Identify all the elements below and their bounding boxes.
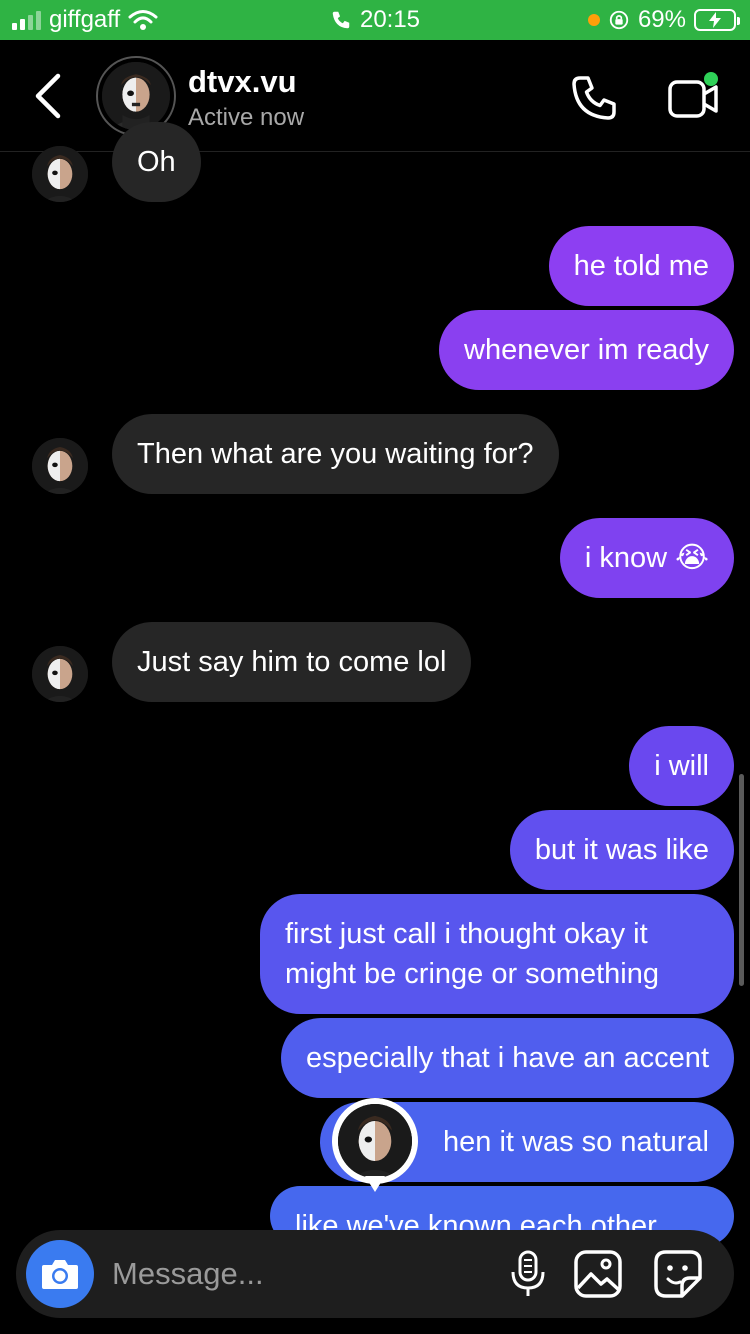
message-bubble-incoming[interactable]: Then what are you waiting for?	[112, 414, 559, 494]
battery-percent: 69%	[637, 6, 686, 33]
gallery-icon[interactable]	[572, 1248, 624, 1300]
sender-avatar[interactable]	[32, 146, 88, 202]
status-bar: giffgaff 20:15 69%	[0, 0, 750, 40]
microphone-icon[interactable]	[502, 1248, 554, 1300]
message-bubble-outgoing[interactable]: i will	[629, 726, 734, 806]
message-bubble-outgoing[interactable]: he told me	[548, 226, 734, 306]
message-bubble-outgoing[interactable]: i know 😭	[559, 518, 734, 598]
wifi-icon	[128, 10, 158, 30]
sender-avatar[interactable]	[32, 646, 88, 702]
sender-avatar[interactable]	[32, 438, 88, 494]
camera-icon	[42, 1260, 78, 1289]
carrier-name: giffgaff	[49, 6, 121, 33]
message-bubble-outgoing[interactable]: but it was like	[509, 810, 734, 890]
call-active-icon	[332, 11, 350, 29]
back-arrow-icon[interactable]	[28, 70, 68, 122]
seen-by-avatar	[332, 1098, 418, 1198]
video-call-button[interactable]	[664, 72, 722, 124]
message-input[interactable]	[112, 1250, 482, 1298]
sticker-icon[interactable]	[652, 1248, 704, 1300]
message-composer	[16, 1230, 734, 1318]
mic-indicator-icon	[587, 14, 600, 26]
battery-charging-icon	[694, 9, 740, 31]
contact-username[interactable]: dtvx.vu	[188, 64, 297, 100]
active-status: Active now	[188, 104, 305, 131]
camera-button[interactable]	[26, 1240, 94, 1308]
message-bubble-incoming[interactable]: Oh	[112, 122, 201, 202]
message-bubble-outgoing[interactable]: first just call i thought okay it might …	[260, 894, 734, 1014]
orientation-lock-icon	[609, 10, 629, 30]
phone-call-icon[interactable]	[568, 72, 620, 124]
message-bubble-incoming[interactable]: Just say him to come lol	[112, 622, 472, 702]
message-bubble-outgoing[interactable]: especially that i have an accent	[280, 1018, 734, 1098]
message-bubble-outgoing[interactable]: whenever im ready	[439, 310, 734, 390]
clock: 20:15	[359, 6, 421, 33]
online-indicator	[704, 72, 718, 86]
scrollbar[interactable]	[739, 774, 744, 986]
chat-header: dtvx.vu Active now	[0, 40, 750, 152]
signal-icon	[12, 10, 41, 30]
